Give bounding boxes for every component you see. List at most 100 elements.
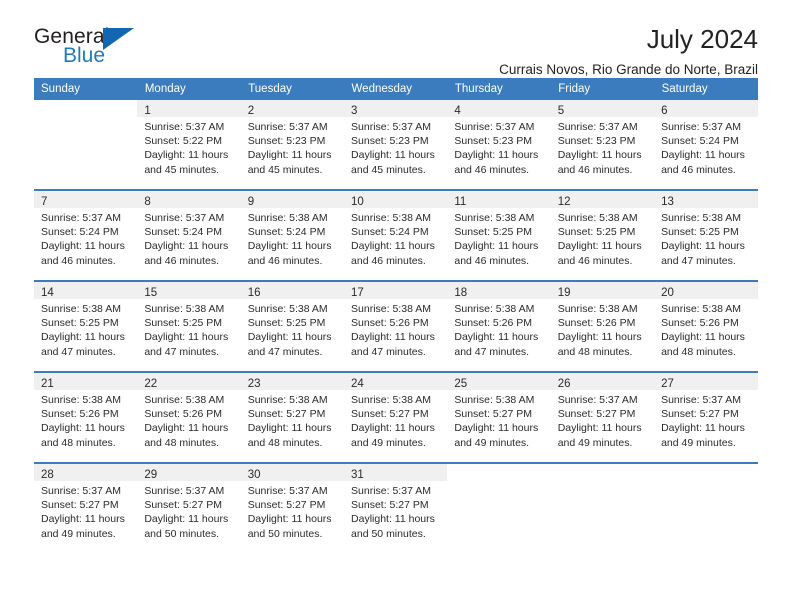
calendar-day-cell[interactable]: 18 Sunrise: 5:38 AM Sunset: 5:26 PM Dayligh… xyxy=(447,280,551,372)
daylight-text-line1: Daylight: 11 hours xyxy=(247,513,332,526)
calendar-day-cell[interactable]: 27 Sunrise: 5:37 AM Sunset: 5:27 PM Dayligh… xyxy=(654,371,758,463)
weekday-header-tuesday: Tuesday xyxy=(240,78,345,100)
sunrise-text: Sunrise: 5:37 AM xyxy=(557,394,638,406)
sunset-text: Sunset: 5:24 PM xyxy=(144,226,222,239)
calendar-day-cell[interactable]: 17 Sunrise: 5:38 AM Sunset: 5:26 PM Dayligh… xyxy=(344,280,448,372)
calendar-day-cell[interactable]: 19 Sunrise: 5:38 AM Sunset: 5:26 PM Dayligh… xyxy=(550,280,655,372)
calendar-day-cell[interactable]: 20 Sunrise: 5:38 AM Sunset: 5:26 PM Dayligh… xyxy=(654,280,758,372)
calendar-day-cell[interactable]: 9 Sunrise: 5:38 AM Sunset: 5:24 PM Daylight… xyxy=(240,189,345,281)
day-cell-content: 22 Sunrise: 5:38 AM Sunset: 5:26 PM Dayligh… xyxy=(137,373,241,462)
day-number: 29 xyxy=(144,469,158,481)
calendar-day-cell[interactable]: 16 Sunrise: 5:38 AM Sunset: 5:25 PM Dayligh… xyxy=(240,280,345,372)
day-details: Sunrise: 5:38 AM Sunset: 5:25 PM Daylight:… xyxy=(447,208,550,268)
general-blue-logo[interactable]: General Blue xyxy=(34,24,154,70)
day-cell-content: 31 Sunrise: 5:37 AM Sunset: 5:27 PM Dayligh… xyxy=(344,464,448,553)
daylight-text-line2: and 45 minutes. xyxy=(144,163,220,176)
calendar-day-cell[interactable]: 13 Sunrise: 5:38 AM Sunset: 5:25 PM Dayligh… xyxy=(654,189,758,281)
day-cell-content: 30 Sunrise: 5:37 AM Sunset: 5:27 PM Dayligh… xyxy=(240,464,345,553)
daylight-text-line2: and 45 minutes. xyxy=(351,163,426,176)
day-cell-content: 16 Sunrise: 5:38 AM Sunset: 5:25 PM Dayligh… xyxy=(240,282,345,371)
day-number-band: 18 xyxy=(447,282,551,299)
calendar-week-row: 21 Sunrise: 5:38 AM Sunset: 5:26 PM Dayligh… xyxy=(34,371,758,463)
sunrise-text: Sunrise: 5:38 AM xyxy=(144,394,225,406)
calendar-day-cell[interactable]: 8 Sunrise: 5:37 AM Sunset: 5:24 PM Daylight… xyxy=(137,189,241,281)
calendar-day-cell[interactable]: 5 Sunrise: 5:37 AM Sunset: 5:23 PM Daylight… xyxy=(550,100,655,190)
calendar-day-cell[interactable]: 15 Sunrise: 5:38 AM Sunset: 5:25 PM Dayligh… xyxy=(137,280,241,372)
daylight-text-line1: Daylight: 11 hours xyxy=(351,240,435,253)
sunrise-text: Sunrise: 5:37 AM xyxy=(144,212,225,224)
calendar-day-cell[interactable]: 29 Sunrise: 5:37 AM Sunset: 5:27 PM Dayligh… xyxy=(137,462,241,553)
calendar-week-row: 14 Sunrise: 5:38 AM Sunset: 5:25 PM Dayligh… xyxy=(34,280,758,372)
daylight-text-line1: Daylight: 11 hours xyxy=(661,331,745,344)
day-number: 27 xyxy=(661,378,674,390)
daylight-text-line1: Daylight: 11 hours xyxy=(661,240,745,253)
day-cell-content: 12 Sunrise: 5:38 AM Sunset: 5:25 PM Dayligh… xyxy=(550,191,655,280)
sunset-text: Sunset: 5:27 PM xyxy=(661,408,739,421)
day-number-band: 5 xyxy=(550,100,655,117)
sunset-text: Sunset: 5:26 PM xyxy=(454,317,533,330)
day-number-band: 29 xyxy=(137,464,241,481)
calendar-day-cell[interactable]: 14 Sunrise: 5:38 AM Sunset: 5:25 PM Dayligh… xyxy=(34,280,138,372)
sunset-text: Sunset: 5:23 PM xyxy=(351,135,429,148)
day-cell-empty xyxy=(550,464,655,553)
day-number-band: 11 xyxy=(447,191,551,208)
day-number-band: 12 xyxy=(550,191,655,208)
calendar-day-cell[interactable]: 23 Sunrise: 5:38 AM Sunset: 5:27 PM Dayligh… xyxy=(240,371,345,463)
calendar-day-cell[interactable]: 1 Sunrise: 5:37 AM Sunset: 5:22 PM Daylight… xyxy=(137,100,241,190)
sunset-text: Sunset: 5:27 PM xyxy=(247,499,326,512)
calendar-day-cell[interactable]: 10 Sunrise: 5:38 AM Sunset: 5:24 PM Dayligh… xyxy=(344,189,448,281)
calendar-day-cell[interactable]: 26 Sunrise: 5:37 AM Sunset: 5:27 PM Dayligh… xyxy=(550,371,655,463)
calendar-day-cell[interactable]: 31 Sunrise: 5:37 AM Sunset: 5:27 PM Dayligh… xyxy=(344,462,448,553)
day-number: 5 xyxy=(557,105,565,117)
daylight-text-line2: and 46 minutes. xyxy=(41,254,116,267)
sunrise-text: Sunrise: 5:38 AM xyxy=(247,303,328,315)
day-number-band: 9 xyxy=(240,191,345,208)
sunrise-text: Sunrise: 5:38 AM xyxy=(144,303,225,315)
day-cell-content: 2 Sunrise: 5:37 AM Sunset: 5:23 PM Daylight… xyxy=(240,100,345,189)
calendar-day-cell[interactable]: 11 Sunrise: 5:38 AM Sunset: 5:25 PM Dayligh… xyxy=(447,189,551,281)
calendar-day-cell[interactable]: 4 Sunrise: 5:37 AM Sunset: 5:23 PM Daylight… xyxy=(447,100,551,190)
daylight-text-line1: Daylight: 11 hours xyxy=(144,331,229,344)
day-details: Sunrise: 5:37 AM Sunset: 5:24 PM Daylight:… xyxy=(137,208,240,268)
sunset-text: Sunset: 5:27 PM xyxy=(351,408,429,421)
calendar-day-cell[interactable]: 22 Sunrise: 5:38 AM Sunset: 5:26 PM Dayligh… xyxy=(137,371,241,463)
day-cell-content: 24 Sunrise: 5:38 AM Sunset: 5:27 PM Dayligh… xyxy=(344,373,448,462)
calendar-day-cell[interactable]: 7 Sunrise: 5:37 AM Sunset: 5:24 PM Daylight… xyxy=(34,189,138,281)
day-cell-content: 5 Sunrise: 5:37 AM Sunset: 5:23 PM Daylight… xyxy=(550,100,655,189)
calendar-day-cell[interactable]: 21 Sunrise: 5:38 AM Sunset: 5:26 PM Dayligh… xyxy=(34,371,138,463)
calendar-week-row: 28 Sunrise: 5:37 AM Sunset: 5:27 PM Dayligh… xyxy=(34,462,758,553)
calendar-day-cell xyxy=(654,462,758,553)
day-number-band: 8 xyxy=(137,191,241,208)
daylight-text-line1: Daylight: 11 hours xyxy=(144,149,229,162)
daylight-text-line2: and 47 minutes. xyxy=(144,345,220,358)
daylight-text-line2: and 49 minutes. xyxy=(557,436,633,449)
calendar-day-cell[interactable]: 3 Sunrise: 5:37 AM Sunset: 5:23 PM Daylight… xyxy=(344,100,448,190)
sunrise-text: Sunrise: 5:37 AM xyxy=(41,212,121,224)
day-number-band: 28 xyxy=(34,464,138,481)
sunrise-text: Sunrise: 5:37 AM xyxy=(557,121,638,133)
sunset-text: Sunset: 5:26 PM xyxy=(41,408,119,421)
day-details: Sunrise: 5:38 AM Sunset: 5:26 PM Daylight:… xyxy=(551,299,654,359)
calendar-day-cell[interactable]: 2 Sunrise: 5:37 AM Sunset: 5:23 PM Daylight… xyxy=(240,100,345,190)
day-number-band: 6 xyxy=(654,100,758,117)
daylight-text-line1: Daylight: 11 hours xyxy=(351,422,435,435)
calendar-day-cell[interactable]: 30 Sunrise: 5:37 AM Sunset: 5:27 PM Dayligh… xyxy=(240,462,345,553)
calendar-day-cell[interactable]: 28 Sunrise: 5:37 AM Sunset: 5:27 PM Dayligh… xyxy=(34,462,138,553)
calendar-table: Sunday Monday Tuesday Wednesday Thursday… xyxy=(34,78,759,553)
sunset-text: Sunset: 5:27 PM xyxy=(557,408,636,421)
sunset-text: Sunset: 5:27 PM xyxy=(144,499,222,512)
day-cell-content: 21 Sunrise: 5:38 AM Sunset: 5:26 PM Dayligh… xyxy=(34,373,138,462)
calendar-day-cell[interactable]: 25 Sunrise: 5:38 AM Sunset: 5:27 PM Dayligh… xyxy=(447,371,551,463)
sunrise-text: Sunrise: 5:37 AM xyxy=(144,485,225,497)
calendar-day-cell xyxy=(447,462,551,553)
calendar-day-cell[interactable]: 24 Sunrise: 5:38 AM Sunset: 5:27 PM Dayligh… xyxy=(344,371,448,463)
day-number-band: 3 xyxy=(344,100,448,117)
day-cell-content: 13 Sunrise: 5:38 AM Sunset: 5:25 PM Dayligh… xyxy=(654,191,758,280)
daylight-text-line1: Daylight: 11 hours xyxy=(351,331,435,344)
day-details: Sunrise: 5:38 AM Sunset: 5:26 PM Daylight:… xyxy=(654,299,757,359)
day-number-band: 19 xyxy=(550,282,655,299)
calendar-day-cell[interactable]: 12 Sunrise: 5:38 AM Sunset: 5:25 PM Dayligh… xyxy=(550,189,655,281)
calendar-day-cell[interactable]: 6 Sunrise: 5:37 AM Sunset: 5:24 PM Daylight… xyxy=(654,100,758,190)
daylight-text-line2: and 47 minutes. xyxy=(351,345,426,358)
day-number-band: 25 xyxy=(447,373,551,390)
